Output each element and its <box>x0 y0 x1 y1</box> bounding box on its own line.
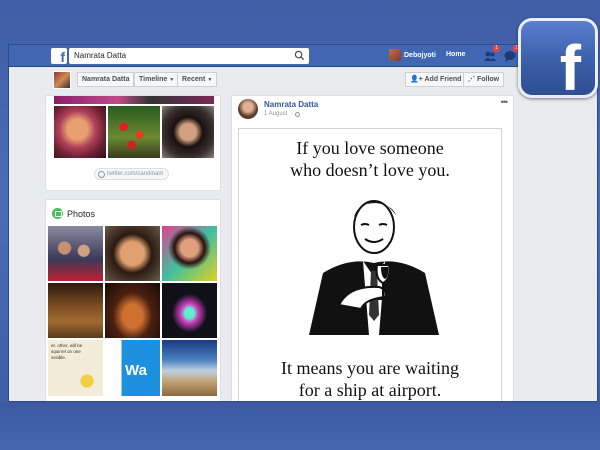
friend-requests-badge: 1 <box>493 45 500 52</box>
photos-title: Photos <box>67 208 96 219</box>
avatar <box>389 49 401 61</box>
messages-icon[interactable]: 1 <box>503 45 520 63</box>
post-image[interactable]: If you love someone who doesn’t love you… <box>238 128 502 401</box>
add-friend-button[interactable]: 👤+ Add Friend <box>405 72 467 87</box>
post-date[interactable]: 1 August <box>264 111 287 117</box>
timeline-label: Timeline <box>139 76 168 83</box>
timeline-post: Namrata Datta 1 August · ••• If you love… <box>231 95 514 401</box>
profile-thumbnail[interactable] <box>53 71 71 89</box>
thumb-caption-wa: Wa <box>125 362 147 379</box>
globe-icon <box>98 171 105 178</box>
rss-icon: ⋰ <box>468 76 475 83</box>
recent-dropdown[interactable]: Recent ▼ <box>177 72 218 87</box>
photos-header[interactable]: Photos <box>52 208 95 219</box>
profile-name-button[interactable]: Namrata Datta <box>77 72 135 87</box>
follow-label: Follow <box>476 76 500 83</box>
photo-thumb-7[interactable]: er. other, will be squirrel on one sssib… <box>48 340 103 396</box>
follow-button[interactable]: ⋰ Follow <box>463 72 505 87</box>
search-value: Namrata Datta <box>74 51 127 60</box>
post-author-avatar[interactable] <box>238 99 258 119</box>
profile-header-bar: Namrata Datta Timeline ▼ Recent ▼ 👤+ Add F… <box>45 68 525 92</box>
photo-thumb-2[interactable] <box>105 226 160 281</box>
facebook-logo-overlay: f <box>518 18 598 98</box>
add-friend-label: Add Friend <box>424 76 462 83</box>
man-with-wine-glass-illustration <box>309 200 439 335</box>
photo-thumb-4[interactable] <box>48 283 103 338</box>
facebook-window: f Namrata Datta Debojyoti Home 1 1 Namra… <box>8 44 598 402</box>
photo-thumb-6[interactable] <box>162 283 217 338</box>
facebook-logo[interactable]: f <box>51 48 67 65</box>
chevron-down-icon: ▼ <box>169 77 175 83</box>
meme-bottom-line-1: It means you are waiting <box>281 358 459 378</box>
post-author-name[interactable]: Namrata Datta <box>264 100 318 109</box>
globe-icon <box>295 111 301 117</box>
cartoon-figure <box>76 370 98 392</box>
intro-photo-2[interactable] <box>108 106 160 158</box>
nav-user-name: Debojyoti <box>404 51 436 59</box>
search-input[interactable]: Namrata Datta <box>69 48 309 64</box>
meme-top-line-2: who doesn’t love you. <box>290 160 450 180</box>
twitter-link-text: twitter.com/candinam <box>107 171 164 177</box>
search-icon[interactable] <box>294 50 305 61</box>
post-meta: 1 August · <box>264 111 301 117</box>
chevron-down-icon: ▼ <box>207 77 213 83</box>
recent-label: Recent <box>182 76 206 83</box>
nav-profile-link[interactable]: Debojyoti <box>389 49 436 61</box>
top-navigation-bar: f Namrata Datta Debojyoti Home 1 1 <box>9 45 597 67</box>
intro-photo-1[interactable] <box>54 106 106 158</box>
meme-bottom-text: It means you are waiting for a ship at a… <box>239 357 501 401</box>
background-band <box>0 402 600 450</box>
nav-home-link[interactable]: Home <box>446 51 465 58</box>
photo-thumb-3[interactable] <box>162 226 217 281</box>
timeline-dropdown[interactable]: Timeline ▼ <box>134 72 180 87</box>
twitter-link[interactable]: twitter.com/candinam <box>94 168 170 180</box>
photo-thumb-1[interactable] <box>48 226 103 281</box>
more-options-icon[interactable]: ••• <box>501 97 509 107</box>
photo-thumb-9[interactable] <box>162 340 217 396</box>
photo-thumb-8[interactable]: Wa <box>105 340 160 396</box>
photos-icon <box>52 208 63 219</box>
photo-strip <box>54 96 214 104</box>
intro-photo-3[interactable] <box>162 106 214 158</box>
meme-top-text: If you love someone who doesn’t love you… <box>239 137 501 181</box>
friend-requests-icon[interactable]: 1 <box>483 45 500 63</box>
meme-bottom-line-2: for a ship at airport. <box>298 380 442 400</box>
intro-card: twitter.com/candinam <box>45 95 221 191</box>
photos-card: Photos er. other, will be squirrel on on… <box>45 199 221 401</box>
meme-top-line-1: If you love someone <box>296 138 444 158</box>
thumb-caption-3: sssible. <box>51 355 67 360</box>
add-friend-icon: 👤+ <box>410 76 423 83</box>
dot-separator: · <box>290 111 293 117</box>
photo-thumb-5[interactable] <box>105 283 160 338</box>
